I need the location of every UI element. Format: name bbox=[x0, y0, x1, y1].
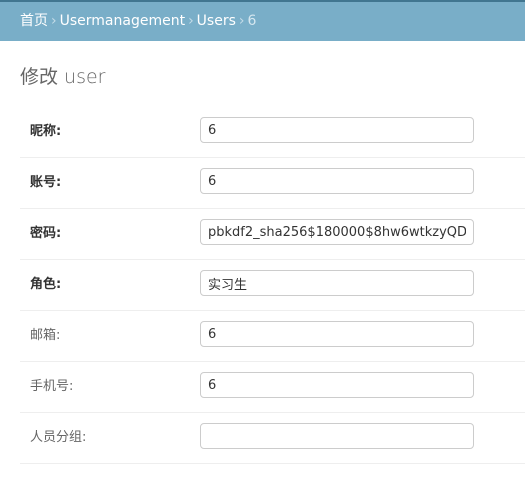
breadcrumb: 首页 › Usermanagement › Users › 6 bbox=[0, 0, 525, 41]
form-row-phone: 手机号: bbox=[20, 362, 525, 413]
account-label: 账号: bbox=[30, 175, 62, 190]
email-label: 邮箱: bbox=[30, 328, 61, 343]
role-label: 角色: bbox=[30, 277, 62, 292]
form-row-password: 密码: bbox=[20, 209, 525, 260]
form-row-nickname: 昵称: bbox=[20, 107, 525, 158]
breadcrumb-app-link[interactable]: Usermanagement bbox=[60, 13, 185, 29]
breadcrumb-current: 6 bbox=[247, 13, 257, 29]
nickname-label: 昵称: bbox=[30, 124, 62, 139]
email-input[interactable] bbox=[200, 321, 474, 347]
breadcrumb-separator: › bbox=[188, 13, 194, 29]
form-row-email: 邮箱: bbox=[20, 311, 525, 362]
page-title: 修改 user bbox=[20, 66, 106, 88]
form-row-role: 角色: bbox=[20, 260, 525, 311]
breadcrumb-separator: › bbox=[238, 13, 245, 29]
phone-input[interactable] bbox=[200, 372, 474, 398]
password-input[interactable] bbox=[200, 219, 474, 245]
role-input[interactable] bbox=[200, 270, 474, 296]
user-change-form: 昵称: 账号: 密码: 角色: 邮箱: 手机号: 人员分组: bbox=[20, 107, 525, 464]
breadcrumb-separator: › bbox=[51, 13, 57, 29]
form-row-account: 账号: bbox=[20, 158, 525, 209]
breadcrumb-home-link[interactable]: 首页 bbox=[20, 13, 48, 29]
group-input[interactable] bbox=[200, 423, 474, 449]
group-label: 人员分组: bbox=[30, 430, 87, 445]
phone-label: 手机号: bbox=[30, 379, 74, 394]
account-input[interactable] bbox=[200, 168, 474, 194]
form-row-group: 人员分组: bbox=[20, 413, 525, 464]
password-label: 密码: bbox=[30, 226, 62, 241]
nickname-input[interactable] bbox=[200, 117, 474, 143]
breadcrumb-model-link[interactable]: Users bbox=[197, 13, 236, 29]
